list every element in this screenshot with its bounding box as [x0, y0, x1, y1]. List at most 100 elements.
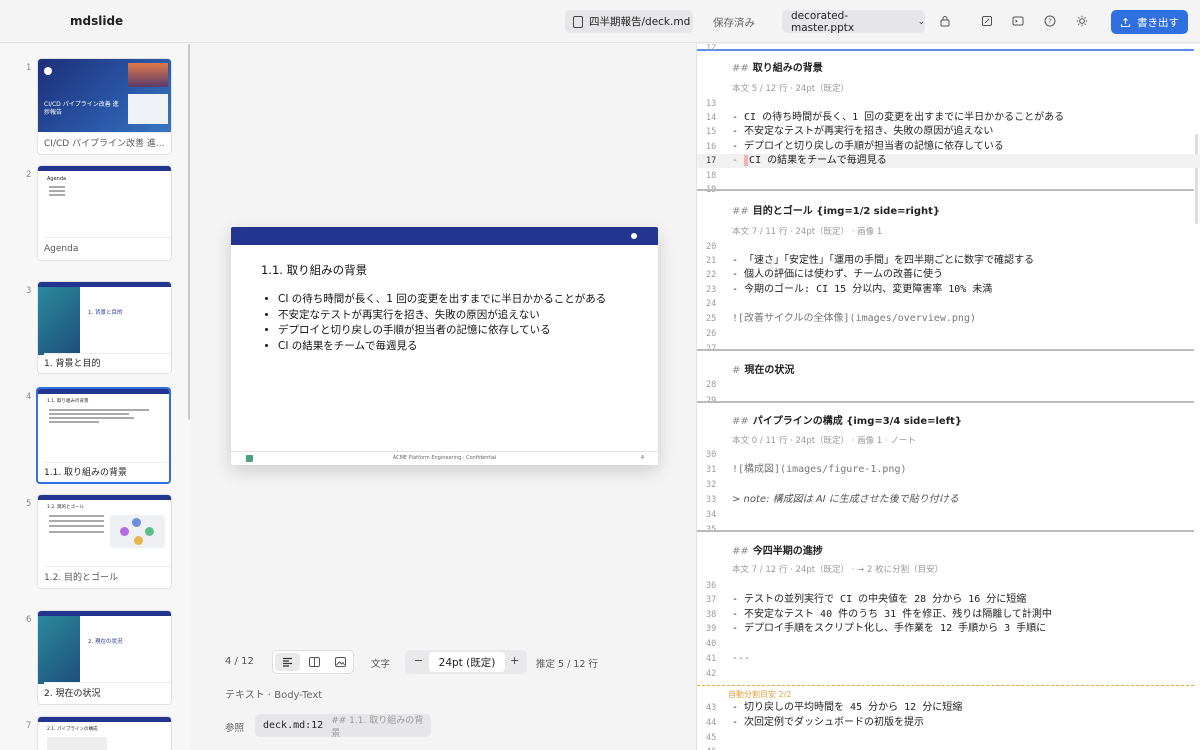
- file-name: 四半期報告/deck.md: [589, 16, 691, 28]
- thumbnail-title: CI/CD パイプライン改善 進 捗報告: [44, 101, 119, 116]
- editor-line: 46: [697, 745, 1200, 750]
- thumbnail-slide-7[interactable]: 2.1. パイプラインの構成: [37, 716, 172, 750]
- editor-line: 32: [706, 480, 717, 490]
- editor-line: 34: [706, 510, 717, 520]
- editor-line: 38- 不安定なテスト 40 件のうち 31 件を修正、残りは隔離して計測中: [706, 609, 1052, 620]
- thumbnail-slide-3[interactable]: 1. 背景と目的 1. 背景と目的: [37, 281, 172, 374]
- markdown-editor[interactable]: 12 ## 取り組みの背景 本文 5 / 12 行 · 24pt（既定） 13 1…: [696, 44, 1200, 750]
- font-size-value[interactable]: 24pt (既定): [429, 652, 505, 672]
- thumbnail-label: 1. 背景と目的: [44, 353, 171, 373]
- slide-separator: [697, 401, 1194, 403]
- svg-text:?: ?: [1048, 18, 1052, 26]
- top-bar: mdslide 四半期報告/deck.md 保存済み decorated-mas…: [0, 0, 1200, 43]
- terminal-icon[interactable]: [1011, 14, 1025, 28]
- slide-meta: 本文 7 / 12 行 · 24pt（既定） · → 2 枚に分割（目安）: [732, 565, 944, 575]
- thumbnail-image: 2. 現在の状況: [38, 611, 171, 684]
- decrease-font-button[interactable]: −: [414, 654, 423, 667]
- thumb-number: 4: [26, 392, 32, 402]
- thumbnail-label: 1.1. 取り組みの背景: [44, 462, 169, 482]
- thumbnail-title: 1.1. 取り組みの背景: [47, 399, 89, 404]
- editor-line: 36: [706, 581, 717, 591]
- editor-line: 23- 今期のゴール: CI 15 分以内、変更障害率 10% 未満: [706, 284, 993, 295]
- footer-page-number: 4: [640, 455, 644, 461]
- thumbnail-title: 2.1. パイプラインの構成: [47, 727, 98, 732]
- mini-text-line: [49, 413, 129, 415]
- slide-preview[interactable]: 1.1. 取り組みの背景 CI の待ち時間が長く、1 回の変更を出すまでに半日か…: [231, 227, 658, 465]
- mini-text-line: [49, 531, 104, 533]
- thumbnail-slide-1[interactable]: CI/CD パイプライン改善 進 捗報告 CI/CD パイプライン改善 進...: [37, 58, 172, 155]
- layout-toggle-group: [272, 650, 354, 674]
- layout-text-button[interactable]: [275, 653, 301, 671]
- thumbnail-image: 1.1. 取り組みの背景: [38, 389, 169, 462]
- export-button[interactable]: 書き出す: [1111, 10, 1188, 34]
- image-icon: [334, 657, 346, 667]
- placeholder-info: テキスト · Body-Text: [225, 690, 323, 701]
- font-size-label: 文字: [371, 659, 391, 670]
- editor-line: 18: [706, 171, 717, 181]
- slide-separator: [697, 530, 1194, 532]
- mini-diagram: [47, 737, 107, 750]
- template-selector[interactable]: decorated-master.pptx ⌄: [782, 9, 925, 34]
- slide-meta: 本文 7 / 11 行 · 24pt（既定） · 画像 1: [732, 227, 883, 237]
- thumbnail-label: Agenda: [44, 237, 171, 260]
- editor-line: 37- テストの並列実行で CI の中央値を 28 分から 16 分に短縮: [706, 594, 1027, 605]
- editor-line: 22- 個人の評価には使わず、チームの改善に使う: [706, 269, 944, 280]
- editor-line: 13: [706, 99, 717, 109]
- editor-line: 21- 「速さ」「安定性」「運用の手間」を四半期ごとに数字で確認する: [706, 255, 1035, 266]
- app-logo: mdslide: [70, 14, 124, 28]
- template-name: decorated-master.pptx: [791, 9, 855, 34]
- export-label: 書き出す: [1137, 16, 1179, 29]
- thumb-number: 2: [26, 170, 32, 180]
- theme-icon[interactable]: [1075, 14, 1089, 28]
- editor-line: 40: [706, 639, 717, 649]
- editor-line: 30: [706, 450, 717, 460]
- editor-line: 26: [706, 329, 717, 339]
- layout-columns-button[interactable]: [302, 651, 327, 673]
- reference-heading: ## 1.1. 取り組みの背景: [331, 715, 424, 739]
- thumbnail-slide-6[interactable]: 2. 現在の状況 2. 現在の状況: [37, 610, 172, 705]
- columns-icon: [309, 657, 321, 667]
- thumbnail-slide-2[interactable]: Agenda Agenda: [37, 165, 172, 261]
- logo-dot-icon: [631, 233, 637, 239]
- slide-heading: ## パイプラインの構成 {img=3/4 side=left}: [732, 416, 962, 427]
- thumbnail-slide-4[interactable]: 1.1. 取り組みの背景 1.1. 取り組みの背景: [36, 387, 171, 484]
- mini-header: [38, 495, 171, 500]
- help-icon[interactable]: ?: [1043, 14, 1057, 28]
- footer-logo-icon: [246, 455, 253, 462]
- source-reference-chip[interactable]: deck.md:12 ## 1.1. 取り組みの背景: [255, 714, 431, 739]
- slide-position: 4 / 12: [225, 656, 254, 667]
- lock-icon[interactable]: [938, 14, 952, 28]
- edit-icon[interactable]: [980, 14, 994, 28]
- editor-line: 20: [706, 242, 717, 252]
- thumbnail-image: CI/CD パイプライン改善 進 捗報告: [38, 59, 171, 132]
- editor-line: 24: [706, 299, 717, 309]
- thumbnail-title: Agenda: [47, 176, 67, 182]
- editor-current-line: 17- CI の結果をチームで毎週見る: [697, 154, 1200, 168]
- mini-text-line: [49, 190, 65, 192]
- document-icon: [573, 15, 583, 28]
- editor-line: 39- デプロイ手順をスクリプト化し、手作業を 12 手順から 3 手順に: [706, 623, 1047, 634]
- mini-photo: [128, 63, 168, 87]
- thumbnail-slide-5[interactable]: 1.2. 目的とゴール 1.2. 目的とゴール: [37, 494, 172, 589]
- slide-meta: 本文 0 / 11 行 · 24pt（既定） · 画像 1 · ノート: [732, 436, 916, 446]
- editor-line: 42: [706, 669, 717, 679]
- editor-line: 15- 不安定なテストが再実行を招き、失敗の原因が追えない: [706, 126, 994, 137]
- editor-line: 16- デプロイと切り戻しの手順が担当者の記憶に依存している: [706, 141, 1004, 152]
- file-name-chip[interactable]: 四半期報告/deck.md: [565, 10, 693, 33]
- increase-font-button[interactable]: +: [510, 654, 519, 667]
- slide-heading: # 現在の状況: [732, 365, 795, 376]
- line-estimate: 推定 5 / 12 行: [536, 659, 598, 670]
- layout-image-button[interactable]: [328, 651, 353, 673]
- upload-icon: [1121, 17, 1130, 27]
- editor-line: 14- CI の待ち時間が長く、1 回の変更を出すまでに半日かかることがある: [706, 112, 1065, 123]
- editor-line: 41 ---: [706, 653, 751, 664]
- editor-line: 28: [706, 380, 717, 390]
- mini-text-line: [49, 409, 149, 411]
- mini-text-line: [49, 520, 104, 522]
- thumbnail-title: 2. 現在の状況: [88, 639, 123, 645]
- slide-bullet: デプロイと切り戻しの手順が担当者の記憶に依存している: [278, 323, 606, 339]
- mini-text-line: [49, 186, 65, 188]
- thumb-number: 7: [26, 721, 32, 731]
- editor-line: 33 > note: 構成図は AI に生成させた後で貼り付ける: [706, 494, 959, 505]
- slide-title: 1.1. 取り組みの背景: [261, 263, 368, 277]
